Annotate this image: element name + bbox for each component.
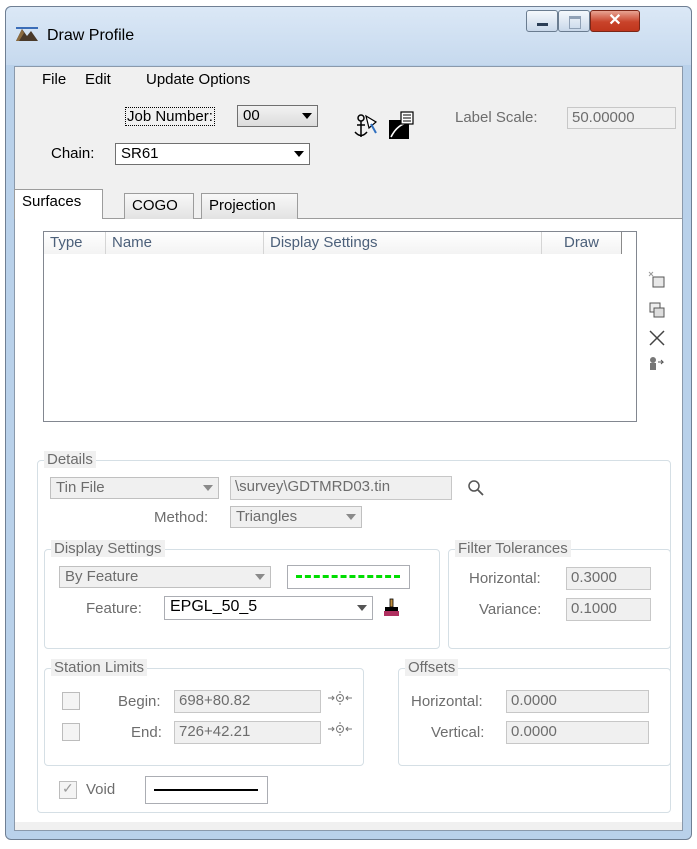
copy-icon [649,302,665,318]
add-surface-button[interactable] [646,269,668,291]
surfaces-tab-page: Type Name Display Settings Draw Details … [15,219,682,822]
filter-tolerances-title: Filter Tolerances [455,540,571,557]
menu-update-options[interactable]: Update Options [146,71,250,88]
station-begin-locate-button[interactable] [327,687,353,709]
station-limits-title: Station Limits [51,659,148,676]
offsets-group: Offsets [398,659,671,766]
offset-horizontal-label: Horizontal: [411,693,483,710]
title-bar[interactable]: Draw Profile ✕ [6,7,691,65]
search-icon [468,480,484,496]
chevron-down-icon [203,485,213,491]
maximize-icon [569,16,581,29]
menu-file[interactable]: File [42,71,66,88]
filter-horizontal-label: Horizontal: [469,570,541,587]
column-header-name[interactable]: Name [106,232,264,254]
station-end-locate-button[interactable] [327,718,353,740]
client-area: File Edit Update Options Job Number: 00 … [14,66,683,831]
tab-surfaces[interactable]: Surfaces [14,189,103,219]
void-label: Void [86,781,116,798]
offset-horizontal-field[interactable]: 0.0000 [506,690,649,713]
import-icon [650,357,665,370]
chain-value: SR61 [121,145,159,162]
maximize-button[interactable] [558,10,590,32]
feature-label: Feature: [86,600,142,617]
station-end-checkbox[interactable] [62,723,80,741]
anchor-tool-button[interactable] [352,112,380,140]
filter-variance-label: Variance: [479,601,542,618]
void-line-style-swatch[interactable] [145,776,268,804]
feature-value: EPGL_50_5 [170,598,258,615]
details-title: Details [44,451,96,468]
source-type-combo[interactable]: Tin File [50,477,219,499]
station-begin-checkbox[interactable] [62,692,80,710]
station-limits-group: Station Limits [44,659,364,766]
offset-vertical-label: Vertical: [431,724,485,741]
column-header-type[interactable]: Type [44,232,106,254]
offsets-title: Offsets [405,659,459,676]
menu-edit[interactable]: Edit [85,71,111,88]
display-mode-value: By Feature [65,568,139,585]
profile-draw-icon [389,111,414,139]
filter-horizontal-field[interactable]: 0.3000 [566,567,651,590]
import-surface-button[interactable] [646,353,668,375]
tab-projection[interactable]: Projection [201,193,298,219]
tin-file-path-field[interactable]: \survey\GDTMRD03.tin [230,476,452,500]
method-label: Method: [154,509,209,526]
draw-profile-tool-button[interactable] [387,111,415,141]
chevron-down-icon [302,113,312,119]
window-title: Draw Profile [47,27,135,44]
column-header-draw[interactable]: Draw [542,232,622,254]
chevron-down-icon [357,605,367,611]
method-value: Triangles [236,508,298,525]
label-scale-field[interactable]: 50.00000 [567,107,676,129]
anchor-icon [354,114,378,137]
station-begin-field[interactable]: 698+80.82 [174,690,321,713]
offset-vertical-field[interactable]: 0.0000 [506,721,649,744]
feature-combo[interactable]: EPGL_50_5 [164,596,373,620]
app-icon [16,25,38,41]
column-header-display-settings[interactable]: Display Settings [264,232,542,254]
tab-cogo[interactable]: COGO [124,193,194,219]
chain-label: Chain: [51,145,95,162]
surfaces-list[interactable]: Type Name Display Settings Draw [43,231,637,422]
filter-variance-field[interactable]: 0.1000 [566,598,651,621]
solid-line-preview [154,789,258,791]
source-type-value: Tin File [56,479,105,496]
job-number-value: 00 [243,107,260,124]
display-mode-combo[interactable]: By Feature [59,566,271,588]
locate-point-icon [328,722,352,736]
close-button[interactable]: ✕ [590,10,640,32]
dashed-line-preview [296,575,400,578]
browse-file-button[interactable] [465,477,487,499]
locate-point-icon [328,691,352,705]
paint-brush-icon [384,598,399,616]
delete-icon [649,330,665,346]
display-settings-title: Display Settings [51,540,165,557]
method-combo[interactable]: Triangles [230,506,362,528]
close-icon: ✕ [608,12,622,29]
draw-profile-window: Draw Profile ✕ File Edit Update Options … [5,6,692,840]
chain-combo[interactable]: SR61 [115,143,310,165]
delete-surface-button[interactable] [646,327,668,349]
station-end-field[interactable]: 726+42.21 [174,721,321,744]
void-checkbox[interactable]: ✓ [59,780,77,799]
chevron-down-icon [255,574,265,580]
station-begin-label: Begin: [118,693,161,710]
job-number-label: Job Number: [125,107,215,126]
label-scale-label: Label Scale: [455,109,538,126]
station-end-label: End: [131,724,162,741]
minimize-button[interactable] [526,10,558,32]
add-icon [648,271,665,288]
minimize-icon [537,23,548,26]
checkmark-icon: ✓ [62,780,74,796]
job-number-combo[interactable]: 00 [237,105,318,127]
chevron-down-icon [294,151,304,157]
copy-surface-button[interactable] [646,299,668,321]
line-style-swatch[interactable] [287,565,410,589]
feature-style-button[interactable] [381,597,403,619]
chevron-down-icon [346,514,356,520]
